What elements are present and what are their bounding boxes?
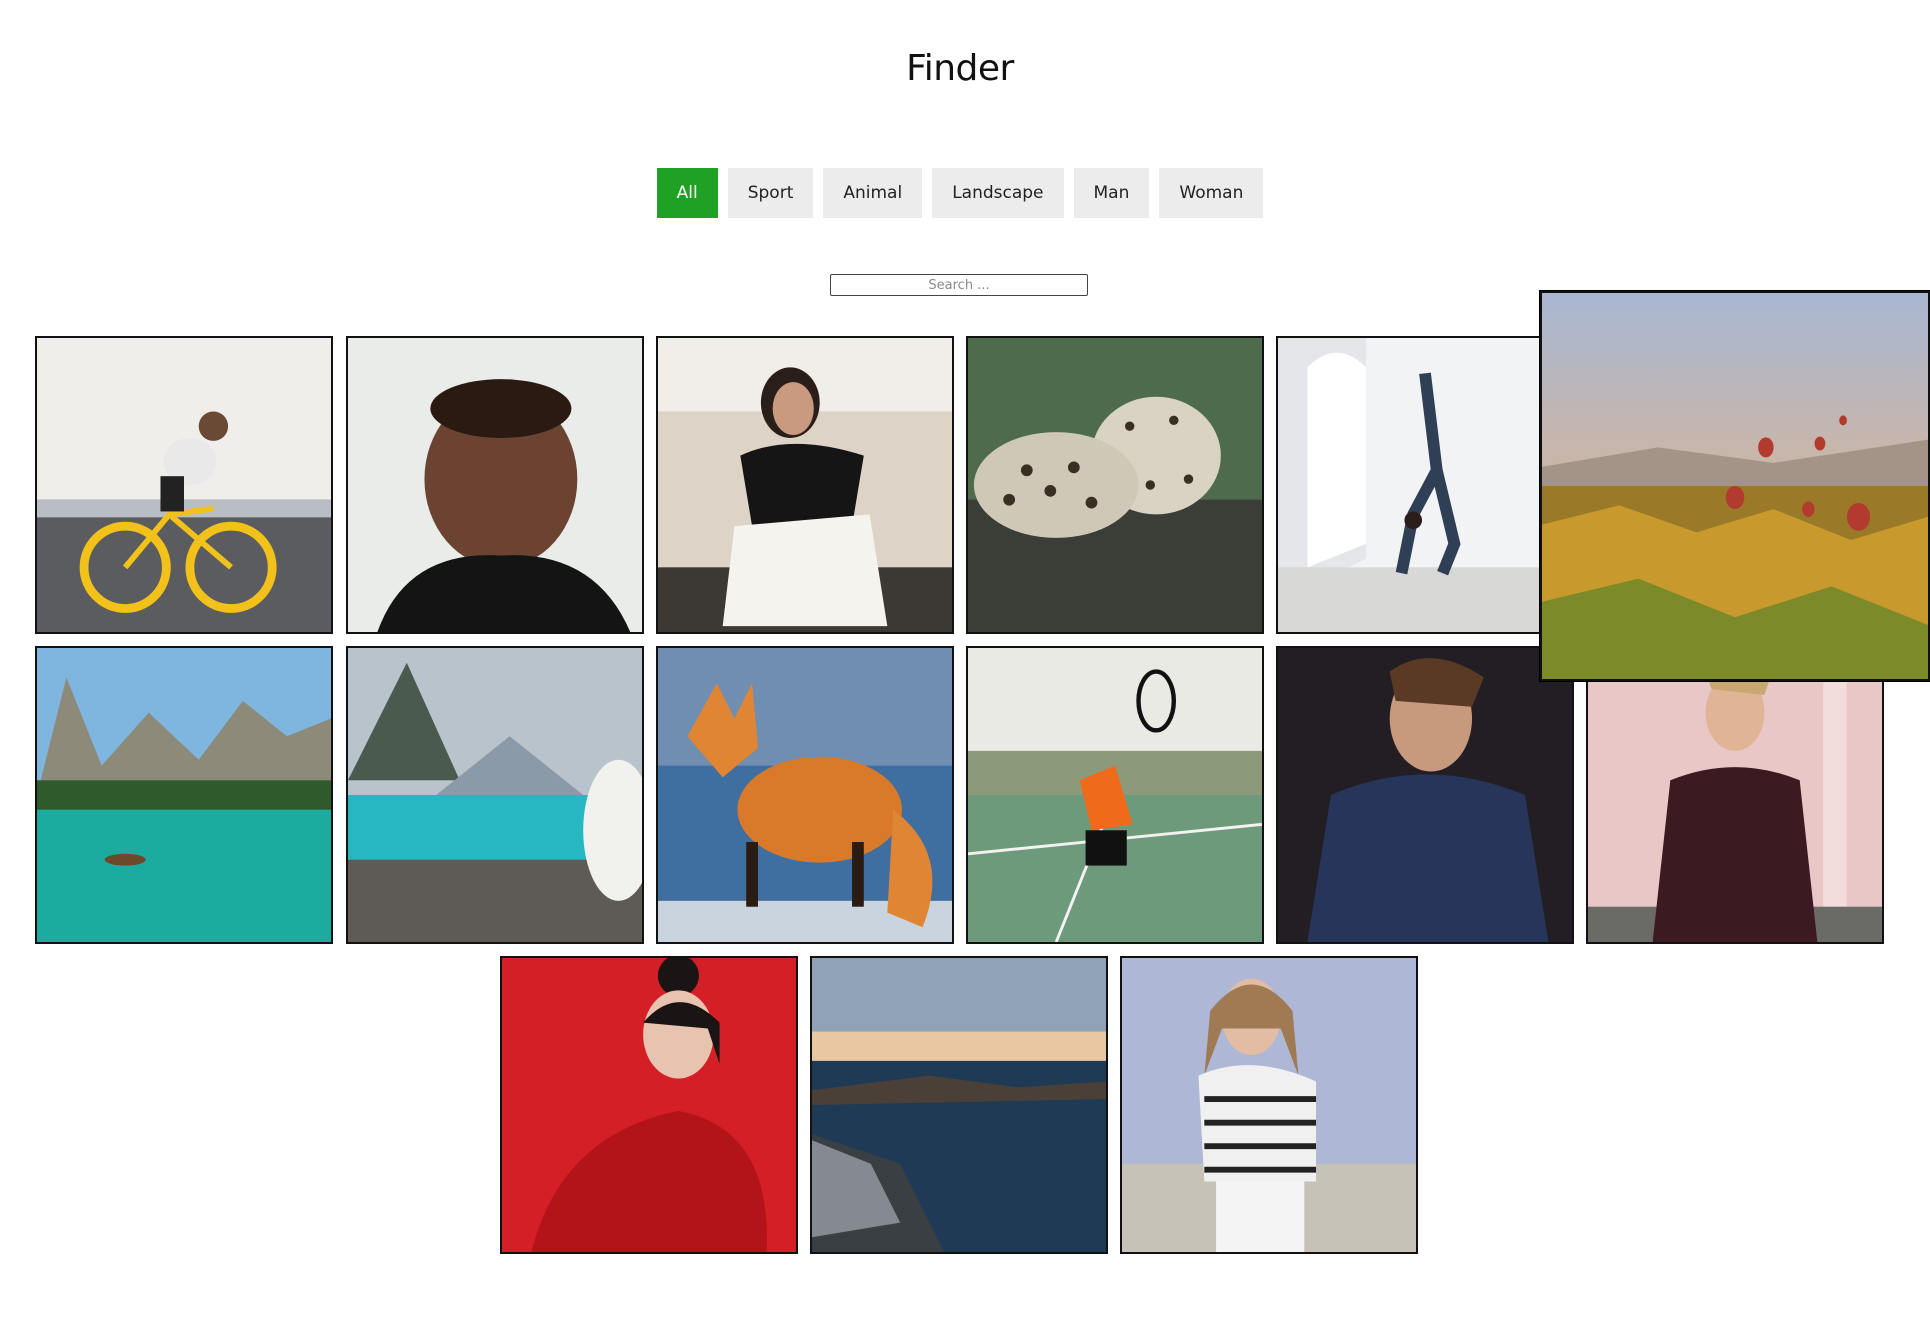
portrait-man-image — [348, 338, 642, 632]
filter-sport-button[interactable]: Sport — [727, 168, 814, 218]
mountain-lake-image — [37, 648, 331, 942]
man-suit-image — [1278, 648, 1572, 942]
page-title: Finder — [906, 48, 1014, 89]
man-sweater-image — [1588, 648, 1882, 942]
cyclist-image — [37, 338, 331, 632]
hot-air-balloons-image — [1542, 293, 1928, 679]
gallery-item-gymnast[interactable] — [1276, 336, 1574, 634]
woman-striped-image — [1122, 958, 1416, 1252]
gymnast-image — [1278, 338, 1572, 632]
gallery-item-mountain-lake[interactable] — [35, 646, 333, 944]
filter-all-button[interactable]: All — [656, 168, 718, 218]
woman-sofa-image — [658, 338, 952, 632]
woman-red-image — [502, 958, 796, 1252]
rocky-coast-image — [812, 958, 1106, 1252]
filter-man-button[interactable]: Man — [1073, 168, 1150, 218]
gallery-item-woman-striped[interactable] — [1120, 956, 1418, 1254]
gallery-item-man-suit[interactable] — [1276, 646, 1574, 944]
tennis-image — [968, 648, 1262, 942]
filter-bar: All Sport Animal Landscape Man Woman — [0, 168, 1920, 218]
filter-landscape-button[interactable]: Landscape — [932, 168, 1064, 218]
gallery-item-woman-sofa[interactable] — [656, 336, 954, 634]
filter-woman-button[interactable]: Woman — [1159, 168, 1264, 218]
search-input[interactable] — [830, 274, 1088, 296]
filter-animal-button[interactable]: Animal — [823, 168, 923, 218]
gallery-item-woman-red[interactable] — [500, 956, 798, 1254]
dog-lake-image — [348, 648, 642, 942]
gallery-item-dog-lake[interactable] — [346, 646, 644, 944]
gallery-item-cyclist[interactable] — [35, 336, 333, 634]
fox-image — [658, 648, 952, 942]
gallery-item-portrait-man[interactable] — [346, 336, 644, 634]
gallery-item-leopard[interactable] — [966, 336, 1264, 634]
gallery-item-rocky-coast[interactable] — [810, 956, 1108, 1254]
gallery-item-man-sweater[interactable] — [1586, 646, 1884, 944]
gallery-item-hot-air-balloons[interactable] — [1540, 291, 1930, 681]
leopard-image — [968, 338, 1262, 632]
gallery-item-tennis[interactable] — [966, 646, 1264, 944]
gallery-item-fox[interactable] — [656, 646, 954, 944]
